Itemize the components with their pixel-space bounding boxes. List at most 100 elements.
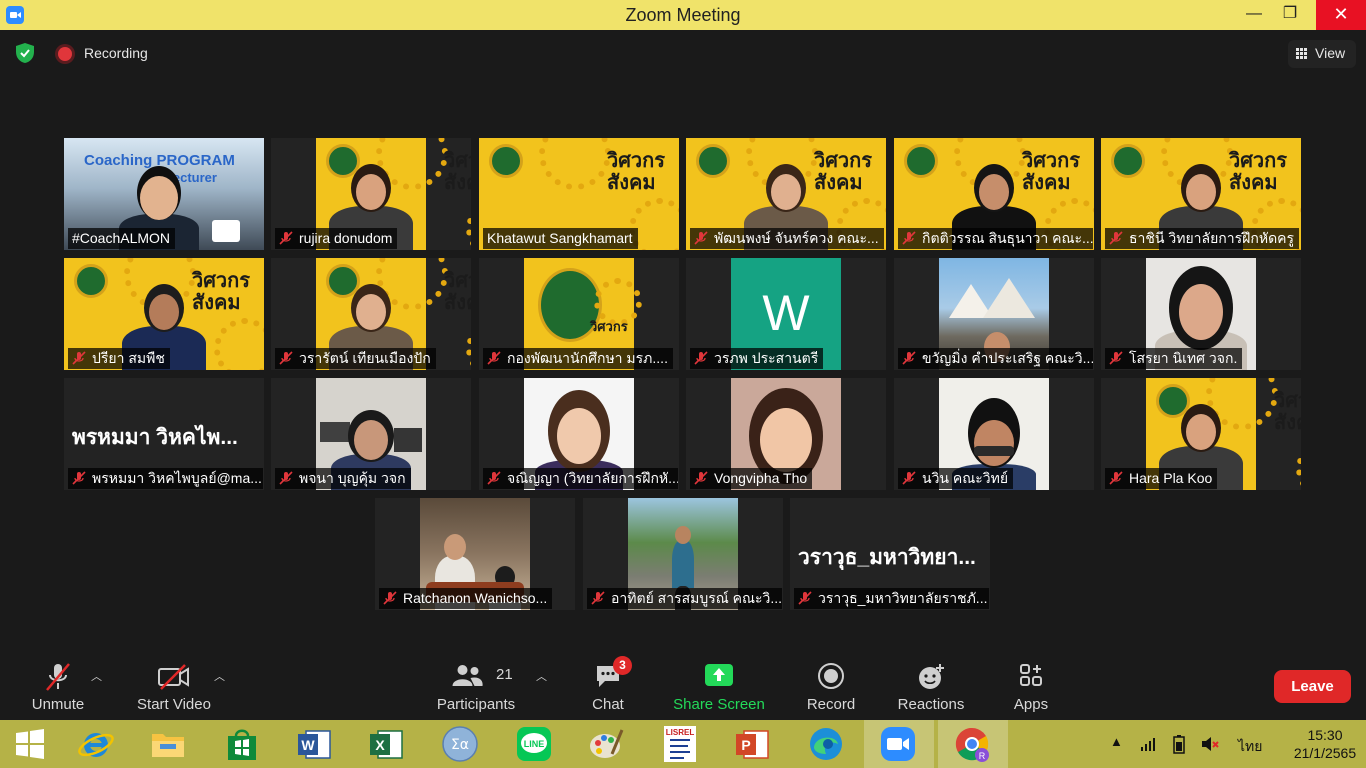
lisrel-icon[interactable]: LISREL [660,724,700,764]
participant-tile[interactable]: วิศวกรสังคมวรารัตน์ เทียนเมืองปัก [271,258,471,370]
muted-mic-icon [1109,471,1123,485]
chrome-icon[interactable]: R [952,724,992,764]
svg-text:P: P [741,737,750,753]
participant-tile[interactable]: วิศวกร สังคม Khatawut Sangkhamart [479,138,679,250]
participant-tile[interactable]: วิศวกรสังคม rujira donudom [271,138,471,250]
participants-button[interactable]: 21 Participants [432,658,520,718]
participant-tile[interactable]: วราวุธ_มหาวิทยา... วราวุธ_มหาวิทยาลัยราชภ… [790,498,990,610]
participant-tile[interactable]: Ratchanon Wanichso... [375,498,575,610]
reactions-button[interactable]: Reactions [894,658,968,718]
avatar-letter: W [762,285,810,341]
network-signal-icon[interactable] [1140,736,1156,752]
poster-line1: วิศวกร [444,270,471,292]
participant-name: โสรยา นิเทศ วจก. [1129,350,1238,366]
participant-name: ขวัญมิ่ง คำประเสริฐ คณะวิ... [922,350,1093,366]
participants-options-caret-icon[interactable]: ︿ [536,668,547,684]
participant-tile[interactable]: วิศวกรสังคม Hara Pla Koo [1101,378,1301,490]
apps-button[interactable]: Apps [1006,658,1056,718]
participant-tile[interactable]: วิศวกร สังคม กิตติวรรณ สินธุนาวา คณะ... [894,138,1094,250]
store-icon[interactable] [222,724,262,764]
start-video-button[interactable]: Start Video [130,658,218,718]
close-button[interactable]: ✕ [1316,0,1366,30]
view-label: View [1315,45,1346,61]
math-input-icon[interactable]: Σα [440,724,480,764]
taskbar-clock[interactable]: 15:30 21/1/2565 [1290,726,1360,762]
participant-tile[interactable]: อาทิตย์ สารสมบูรณ์ คณะวิ... [583,498,783,610]
participant-tile[interactable]: ขวัญมิ่ง คำประเสริฐ คณะวิ... [894,258,1094,370]
unmute-button[interactable]: Unmute [22,658,94,718]
participant-tile[interactable]: Vongvipha Tho [686,378,886,490]
poster-line1: วิศวกร [444,150,471,172]
volume-muted-icon[interactable] [1200,735,1220,753]
participant-tile[interactable]: วิศวกร สังคม ธาชินี วิทยาลัยการฝึกหัดครู [1101,138,1301,250]
paint-icon[interactable] [586,724,626,764]
participant-tile[interactable]: W วรภพ ประสานตรี [686,258,886,370]
view-button[interactable]: View [1288,40,1356,68]
record-label: Record [806,696,856,713]
video-options-caret-icon[interactable]: ︿ [214,668,225,684]
participant-tile[interactable]: พจนา บุญคุ้ม วจก [271,378,471,490]
reactions-label: Reactions [897,696,965,713]
powerpoint-icon[interactable]: P [732,724,772,764]
participant-name: อาทิตย์ สารสมบูรณ์ คณะวิ... [611,590,782,606]
maximize-button[interactable]: ❐ [1268,0,1312,30]
clock-date: 21/1/2565 [1293,745,1357,761]
participant-name: นวิน คณะวิทย์ [922,470,1009,486]
meeting-top-bar: Recording View [0,30,1366,80]
file-explorer-icon[interactable] [148,724,188,764]
svg-text:R: R [979,751,986,761]
input-language[interactable]: ไทย [1238,736,1262,758]
participant-name-tag: #CoachALMON [68,228,176,249]
participant-name-tag: ขวัญมิ่ง คำประเสริฐ คณะวิ... [898,348,1093,369]
audio-options-caret-icon[interactable]: ︿ [91,668,102,684]
participant-tile[interactable]: โสรยา นิเทศ วจก. [1101,258,1301,370]
participant-tile[interactable]: วิศวกร สังคม พัฒนพงษ์ จันทร์ควง คณะ... [686,138,886,250]
security-shield-icon[interactable] [14,42,36,64]
share-screen-button[interactable]: Share Screen [670,658,768,718]
internet-explorer-icon[interactable] [76,724,116,764]
line-app-icon[interactable]: LINE [514,724,554,764]
participant-name-tag: จณิญญา (วิทยาลัยการฝึกหั... [483,468,678,489]
apps-icon [1020,664,1042,686]
participant-name-tag: Ratchanon Wanichso... [379,588,553,609]
reactions-smiley-icon [919,664,944,689]
record-icon [818,663,844,689]
participant-name-tag: ธาชินี วิทยาลัยการฝึกหัดครู [1105,228,1300,249]
muted-mic-icon [902,471,916,485]
participant-name-display: พรหมมา วิหคไพ... [72,426,238,449]
participant-name-tag: วรภพ ประสานตรี [690,348,824,369]
zoom-taskbar-icon[interactable] [878,724,918,764]
video-camera-off-icon [158,664,189,690]
participant-tile[interactable]: Coaching PROGRAM for Lecturer #CoachALMON [64,138,264,250]
battery-icon[interactable] [1170,734,1188,754]
edge-icon[interactable] [806,724,846,764]
participant-tile[interactable]: จณิญญา (วิทยาลัยการฝึกหั... [479,378,679,490]
muted-mic-icon [902,231,916,245]
poster-line2: สังคม [444,172,471,194]
excel-icon[interactable]: X [366,724,406,764]
participant-name-tag: Hara Pla Koo [1105,468,1218,489]
participant-name: ธาชินี วิทยาลัยการฝึกหัดครู [1129,230,1295,246]
leave-button[interactable]: Leave [1274,670,1351,703]
muted-mic-icon [1109,351,1123,365]
poster-title: วิศวกรสังคม [444,150,471,194]
participants-icon [452,665,483,686]
word-icon[interactable]: W [294,724,334,764]
tray-overflow-caret-icon[interactable]: ▲ [1110,734,1123,749]
participant-tile[interactable]: พรหมมา วิหคไพ... พรหมมา วิหคไพบูลย์@ma... [64,378,264,490]
svg-text:W: W [301,737,315,753]
windows-start-icon[interactable] [10,724,50,764]
participant-tile[interactable]: วิศวกร กองพัฒนานักศึกษา มรภ.... [479,258,679,370]
record-button[interactable]: Record [800,658,862,718]
muted-mic-icon [487,471,501,485]
participant-tile[interactable]: นวิน คณะวิทย์ [894,378,1094,490]
poster-line2: สังคม [1274,412,1301,434]
participants-label: Participants [436,696,516,713]
participant-name-tag: พรหมมา วิหคไพบูลย์@ma... [68,468,263,489]
participant-name: Vongvipha Tho [714,470,808,486]
lab-logo [212,220,240,242]
participant-name: Khatawut Sangkhamart [487,230,633,246]
muted-mic-icon [279,351,293,365]
participant-tile[interactable]: วิศวกร สังคม ปรียา สมพืช [64,258,264,370]
participant-name: พจนา บุญคุ้ม วจก [299,470,406,486]
